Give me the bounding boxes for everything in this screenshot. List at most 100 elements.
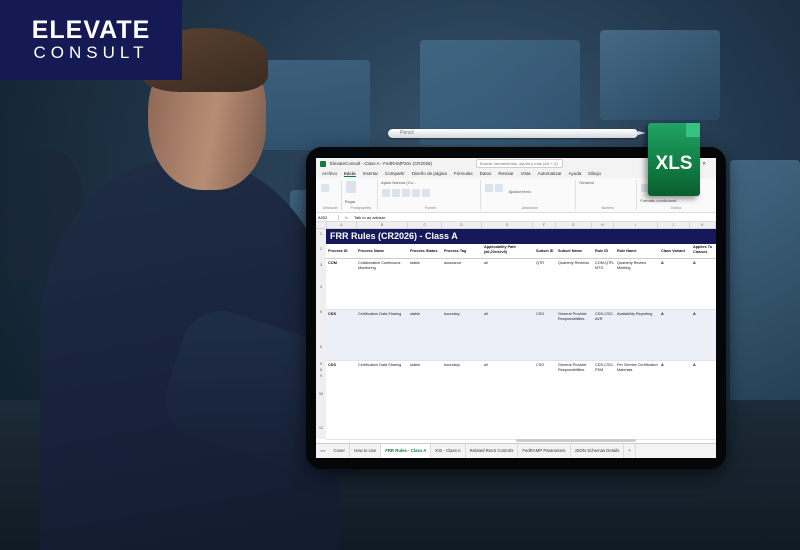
tab-json-schemas[interactable]: JSON Schemas Details xyxy=(571,444,625,458)
header-cell[interactable]: Subset ID xyxy=(536,249,557,254)
cell[interactable]: Certification Data Sharing xyxy=(358,312,408,317)
tab-cover[interactable]: Cover xyxy=(330,444,350,458)
formula-input[interactable]: Talk to an advisor xyxy=(354,215,385,220)
tab-ksi-class-a[interactable]: KSI - Class A xyxy=(431,444,466,458)
column-letter[interactable]: B xyxy=(357,222,409,228)
cell[interactable]: COM xyxy=(328,261,355,266)
row-number[interactable]: 4 xyxy=(316,284,326,289)
menu-item-compartir[interactable]: Compartir xyxy=(385,171,405,176)
menu-item-ayuda[interactable]: Ayuda xyxy=(569,171,582,176)
tab-related-controls[interactable]: Related RevS Controls xyxy=(466,444,519,458)
search-input[interactable]: Buscar herramientas, ayuda y más (Alt + … xyxy=(476,159,564,168)
cell[interactable]: CSO xyxy=(536,363,557,368)
table-row[interactable]: COM Collaborative Continuous Monitoring … xyxy=(326,259,716,310)
column-letter[interactable]: F xyxy=(533,222,556,228)
row-number[interactable]: 2 xyxy=(316,246,326,251)
row-number[interactable]: 9 xyxy=(316,373,326,378)
number-format-select[interactable]: General xyxy=(579,180,633,185)
row-number[interactable]: 8 xyxy=(316,367,326,372)
header-cell[interactable]: Rule Name xyxy=(617,249,659,254)
tab-how-to-use[interactable]: How to Use xyxy=(350,444,382,458)
column-letter[interactable]: C xyxy=(408,222,443,228)
tab-nav-arrows-icon[interactable]: ◂ ▸ xyxy=(316,448,330,454)
cell[interactable]: boundary xyxy=(444,363,482,368)
font-select[interactable]: Aptos Narrow (Cu... xyxy=(381,180,477,185)
column-letter[interactable]: I xyxy=(614,222,658,228)
cell[interactable]: Quarterly Reviews xyxy=(558,261,593,266)
cell[interactable]: A xyxy=(693,363,716,368)
cell[interactable]: CDS xyxy=(328,363,355,368)
tab-fedramp-parameters[interactable]: FedRAMP Parameters xyxy=(518,444,571,458)
cell[interactable]: stable xyxy=(410,312,443,317)
underline-icon[interactable] xyxy=(402,189,411,197)
cell[interactable]: General Provider Responsibilities xyxy=(558,312,593,321)
cell[interactable]: all xyxy=(484,363,534,368)
italic-icon[interactable] xyxy=(392,189,401,197)
menu-item-vista[interactable]: Vista xyxy=(521,171,531,176)
align-icon[interactable] xyxy=(485,184,494,192)
column-letter[interactable]: J xyxy=(658,222,690,228)
cell[interactable]: all xyxy=(484,312,534,317)
menu-item-automatizar[interactable]: Automatizar xyxy=(538,171,562,176)
header-cell[interactable]: Applicability Path (all,20x/rev5) xyxy=(484,245,534,254)
row-number[interactable]: 1 xyxy=(316,231,326,236)
header-cell[interactable]: Process Tag xyxy=(444,249,482,254)
cell[interactable]: QTR xyxy=(536,261,557,266)
cell[interactable]: Certification Data Sharing xyxy=(358,363,408,368)
horizontal-scrollbar[interactable] xyxy=(516,439,636,442)
bold-icon[interactable] xyxy=(382,189,391,197)
row-number[interactable]: 5 xyxy=(316,309,326,314)
cell[interactable]: boundary xyxy=(444,312,482,317)
row-number[interactable]: 3 xyxy=(316,262,326,267)
column-letter[interactable]: D xyxy=(442,222,483,228)
select-all-corner[interactable] xyxy=(316,222,327,228)
header-cell[interactable]: Subset Name xyxy=(558,249,593,254)
menu-item-insertar[interactable]: Insertar xyxy=(363,171,378,176)
cell[interactable]: CDS xyxy=(328,312,355,317)
column-letter[interactable]: G xyxy=(556,222,592,228)
header-cell[interactable]: Process ID xyxy=(328,249,355,254)
name-box[interactable]: A202 xyxy=(316,214,339,220)
cell[interactable]: CDS-CSO-PSM xyxy=(595,363,616,372)
column-letter[interactable]: K xyxy=(690,222,716,228)
row-number[interactable]: 6 xyxy=(316,344,326,349)
cell[interactable]: A xyxy=(661,363,691,368)
cell[interactable]: COM-QTR-MTG xyxy=(595,261,616,270)
column-letter[interactable]: A xyxy=(327,222,357,228)
add-sheet-icon[interactable]: + xyxy=(624,444,636,458)
paste-icon[interactable] xyxy=(345,181,356,193)
row-number[interactable]: 9 xyxy=(316,361,326,366)
menu-item-diseno[interactable]: Diseño de página xyxy=(412,171,447,176)
wrap-text-button[interactable]: Ajustar texto xyxy=(509,189,531,194)
header-cell[interactable]: Applies To Classes xyxy=(693,245,716,254)
conditional-format-button[interactable]: Formato condicional xyxy=(640,198,709,203)
cell[interactable]: Quarterly Review Meeting xyxy=(617,261,659,270)
menu-item-dibujo[interactable]: Dibujo xyxy=(588,171,601,176)
row-number[interactable]: 30 xyxy=(316,391,326,396)
cell[interactable]: A xyxy=(693,261,716,266)
align-icon[interactable] xyxy=(495,184,504,192)
undo-icon[interactable] xyxy=(321,184,329,192)
cell[interactable]: stable xyxy=(410,261,443,266)
header-cell[interactable]: Rule ID xyxy=(595,249,616,254)
menu-item-archivo[interactable]: Archivo xyxy=(322,171,337,176)
tab-frr-rules-class-a[interactable]: FRR Rules - Class A xyxy=(381,443,432,458)
border-icon[interactable] xyxy=(412,189,421,197)
table-row[interactable]: CDS Certification Data Sharing stable bo… xyxy=(326,310,716,361)
cell[interactable]: all xyxy=(484,261,534,266)
row-number[interactable]: 11 xyxy=(316,425,326,430)
menu-item-formulas[interactable]: Fórmulas xyxy=(454,171,473,176)
cell[interactable]: CDS-CSO-AVR xyxy=(595,312,616,321)
menu-item-revisar[interactable]: Revisar xyxy=(498,171,513,176)
cell[interactable]: A xyxy=(661,312,691,317)
header-cell[interactable]: Process Status xyxy=(410,249,443,254)
header-cell[interactable]: Process Name xyxy=(358,249,408,254)
cell[interactable]: assurance xyxy=(444,261,482,266)
cell[interactable]: Collaborative Continuous Monitoring xyxy=(358,261,408,270)
cell[interactable]: stable xyxy=(410,363,443,368)
column-letter[interactable]: E xyxy=(482,222,534,228)
cell[interactable]: CSO xyxy=(536,312,557,317)
cell[interactable]: A xyxy=(661,261,691,266)
menu-item-inicio[interactable]: Inicio xyxy=(344,171,356,177)
menu-item-datos[interactable]: Datos xyxy=(480,171,492,176)
